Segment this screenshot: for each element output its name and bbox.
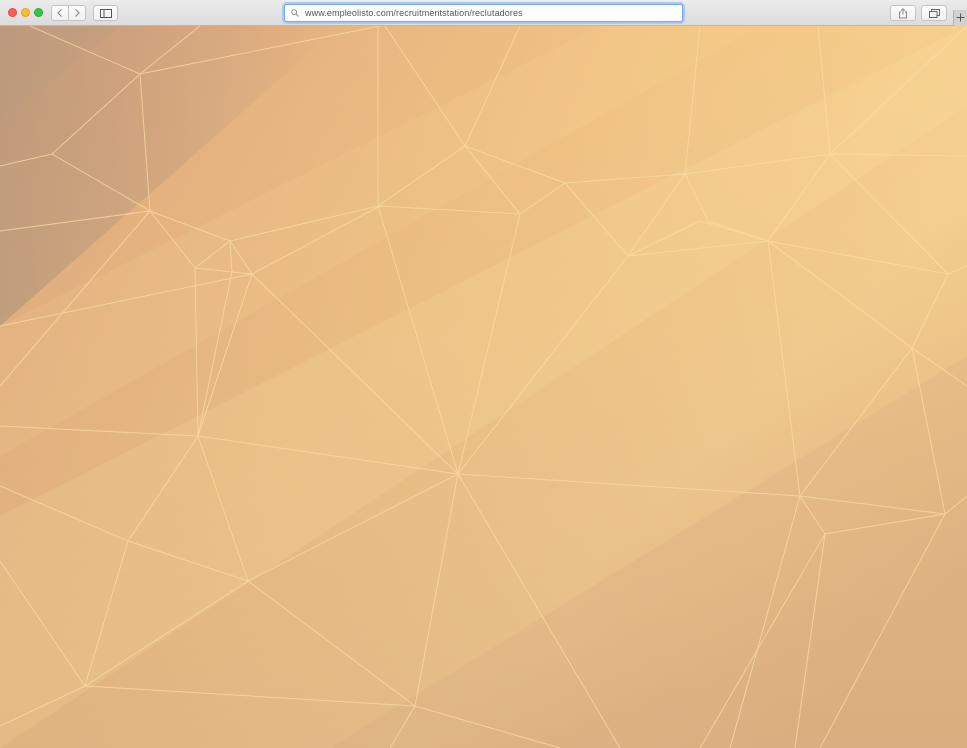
- zoom-window-button[interactable]: [34, 8, 43, 17]
- plus-icon: [956, 9, 965, 27]
- show-all-tabs-button[interactable]: [921, 5, 947, 21]
- share-button[interactable]: [890, 5, 916, 21]
- forward-button[interactable]: [68, 5, 86, 21]
- page-background: [0, 26, 967, 748]
- tab-overview-icon: [928, 8, 940, 18]
- new-tab-button[interactable]: [953, 10, 967, 26]
- polygon-background-graphic: [0, 26, 967, 748]
- browser-toolbar: www.empleolisto.com/recruitmentstation/r…: [0, 0, 967, 26]
- sidebar-icon: [99, 8, 112, 18]
- close-window-button[interactable]: [8, 8, 17, 17]
- minimize-window-button[interactable]: [21, 8, 30, 17]
- back-button[interactable]: [51, 5, 69, 21]
- search-icon: [291, 9, 299, 17]
- show-sidebar-button[interactable]: [93, 5, 118, 21]
- browser-window: www.empleolisto.com/recruitmentstation/r…: [0, 0, 967, 748]
- address-bar[interactable]: www.empleolisto.com/recruitmentstation/r…: [284, 4, 683, 22]
- share-icon: [898, 7, 908, 19]
- chevron-left-icon: [56, 8, 64, 18]
- chevron-right-icon: [73, 8, 81, 18]
- address-url: www.empleolisto.com/recruitmentstation/r…: [305, 8, 523, 18]
